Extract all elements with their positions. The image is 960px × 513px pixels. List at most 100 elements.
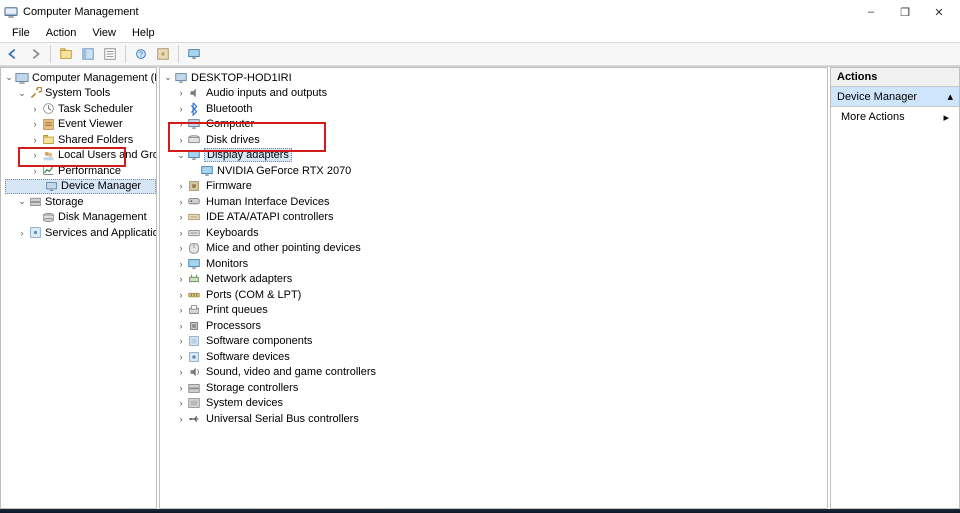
chevron-right-icon[interactable]: › bbox=[175, 352, 187, 362]
category-icon bbox=[187, 303, 201, 317]
show-hide-button[interactable] bbox=[78, 44, 98, 64]
chevron-right-icon[interactable]: › bbox=[175, 336, 187, 346]
chevron-right-icon[interactable]: › bbox=[175, 212, 187, 222]
chevron-right-icon[interactable]: › bbox=[29, 166, 41, 176]
properties-button[interactable]: ? bbox=[131, 44, 151, 64]
close-button[interactable]: ✕ bbox=[922, 1, 956, 23]
console-tree[interactable]: ⌄ Computer Management (Local) ⌄ System T… bbox=[1, 68, 156, 243]
back-button[interactable] bbox=[3, 44, 23, 64]
tree-shared-folders[interactable]: › Shared Folders bbox=[3, 132, 156, 148]
device-category[interactable]: ›Bluetooth bbox=[162, 101, 827, 117]
category-icon bbox=[187, 319, 201, 333]
chevron-down-icon[interactable]: ⌄ bbox=[3, 72, 15, 83]
chevron-down-icon[interactable]: ⌄ bbox=[16, 196, 28, 207]
tree-root[interactable]: ⌄ Computer Management (Local) bbox=[3, 70, 156, 86]
device-category[interactable]: ›Software devices bbox=[162, 349, 827, 365]
chevron-right-icon[interactable]: › bbox=[175, 321, 187, 331]
up-button[interactable] bbox=[56, 44, 76, 64]
chevron-right-icon[interactable]: › bbox=[175, 135, 187, 145]
chevron-right-icon[interactable]: › bbox=[175, 367, 187, 377]
chevron-right-icon[interactable]: › bbox=[175, 88, 187, 98]
tree-storage[interactable]: ⌄ Storage bbox=[3, 194, 156, 210]
chevron-right-icon[interactable]: › bbox=[175, 305, 187, 315]
chevron-right-icon[interactable]: › bbox=[175, 414, 187, 424]
chevron-right-icon[interactable]: › bbox=[175, 398, 187, 408]
menubar: File Action View Help bbox=[0, 24, 960, 42]
actions-header: Actions bbox=[831, 68, 959, 87]
minimize-button[interactable]: – bbox=[854, 1, 888, 23]
device-category[interactable]: ›Universal Serial Bus controllers bbox=[162, 411, 827, 427]
tree-event-viewer[interactable]: › Event Viewer bbox=[3, 117, 156, 133]
export-button[interactable] bbox=[153, 44, 173, 64]
tree-label: Computer Management (Local) bbox=[32, 72, 157, 84]
category-icon bbox=[187, 133, 201, 147]
refresh-button[interactable] bbox=[100, 44, 120, 64]
device-category[interactable]: ›Audio inputs and outputs bbox=[162, 86, 827, 102]
category-icon bbox=[187, 86, 201, 100]
tree-local-users[interactable]: › Local Users and Groups bbox=[3, 148, 156, 164]
chevron-right-icon[interactable]: › bbox=[29, 119, 41, 129]
main-panes: ⌄ Computer Management (Local) ⌄ System T… bbox=[0, 66, 960, 509]
tree-label: Software components bbox=[204, 335, 314, 347]
chevron-right-icon[interactable]: › bbox=[29, 104, 41, 114]
device-category[interactable]: ›System devices bbox=[162, 396, 827, 412]
menu-action[interactable]: Action bbox=[38, 26, 85, 40]
device-tree[interactable]: ⌄DESKTOP-HOD1IRI›Audio inputs and output… bbox=[160, 68, 827, 429]
device-category[interactable]: ›Monitors bbox=[162, 256, 827, 272]
device-category[interactable]: ›Mice and other pointing devices bbox=[162, 241, 827, 257]
menu-file[interactable]: File bbox=[4, 26, 38, 40]
tree-task-scheduler[interactable]: › Task Scheduler bbox=[3, 101, 156, 117]
chevron-right-icon[interactable]: › bbox=[175, 243, 187, 253]
chevron-down-icon[interactable]: ⌄ bbox=[175, 150, 187, 161]
device-category[interactable]: ⌄Display adapters bbox=[162, 148, 827, 164]
forward-button[interactable] bbox=[25, 44, 45, 64]
chevron-right-icon[interactable]: › bbox=[29, 135, 41, 145]
device-category[interactable]: ›Sound, video and game controllers bbox=[162, 365, 827, 381]
tree-label: Processors bbox=[204, 320, 263, 332]
monitor-button[interactable] bbox=[184, 44, 204, 64]
category-icon bbox=[187, 226, 201, 240]
chevron-right-icon[interactable]: › bbox=[16, 228, 28, 238]
users-icon bbox=[41, 148, 55, 162]
tools-icon bbox=[28, 86, 42, 100]
chevron-right-icon[interactable]: › bbox=[175, 119, 187, 129]
chevron-right-icon[interactable]: › bbox=[175, 274, 187, 284]
chevron-right-icon[interactable]: › bbox=[175, 383, 187, 393]
actions-more[interactable]: More Actions ▸ bbox=[831, 107, 959, 128]
chevron-right-icon[interactable]: › bbox=[175, 197, 187, 207]
device-category[interactable]: ›Firmware bbox=[162, 179, 827, 195]
device-category[interactable]: › Software components bbox=[162, 334, 827, 350]
chevron-right-icon[interactable]: › bbox=[175, 290, 187, 300]
device-category[interactable]: ›Disk drives bbox=[162, 132, 827, 148]
chevron-down-icon[interactable]: ⌄ bbox=[16, 88, 28, 99]
collapse-icon[interactable]: ▴ bbox=[947, 90, 953, 103]
chevron-right-icon[interactable]: › bbox=[175, 181, 187, 191]
menu-view[interactable]: View bbox=[84, 26, 124, 40]
device-category[interactable]: ›Ports (COM & LPT) bbox=[162, 287, 827, 303]
chevron-right-icon[interactable]: › bbox=[175, 259, 187, 269]
menu-help[interactable]: Help bbox=[124, 26, 163, 40]
device-category[interactable]: › Processors bbox=[162, 318, 827, 334]
device-category[interactable]: ›Keyboards bbox=[162, 225, 827, 241]
actions-context[interactable]: Device Manager ▴ bbox=[831, 87, 959, 107]
device-root[interactable]: ⌄DESKTOP-HOD1IRI bbox=[162, 70, 827, 86]
chevron-right-icon[interactable]: › bbox=[29, 150, 41, 160]
maximize-button[interactable]: ❐ bbox=[888, 1, 922, 23]
tree-label: Task Scheduler bbox=[58, 103, 133, 115]
device-item[interactable]: NVIDIA GeForce RTX 2070 bbox=[162, 163, 827, 179]
chevron-right-icon[interactable]: › bbox=[175, 104, 187, 114]
tree-services-apps[interactable]: › Services and Applications bbox=[3, 225, 156, 241]
tree-disk-management[interactable]: Disk Management bbox=[3, 210, 156, 226]
chevron-right-icon[interactable]: › bbox=[175, 228, 187, 238]
device-category[interactable]: ›Computer bbox=[162, 117, 827, 133]
device-category[interactable]: ›Storage controllers bbox=[162, 380, 827, 396]
device-category[interactable]: ›Print queues bbox=[162, 303, 827, 319]
device-category[interactable]: ›Human Interface Devices bbox=[162, 194, 827, 210]
device-category[interactable]: ›IDE ATA/ATAPI controllers bbox=[162, 210, 827, 226]
gpu-icon bbox=[200, 164, 214, 178]
tree-performance[interactable]: › Performance bbox=[3, 163, 156, 179]
tree-device-manager[interactable]: Device Manager bbox=[5, 179, 156, 195]
device-category[interactable]: ›Network adapters bbox=[162, 272, 827, 288]
chevron-down-icon[interactable]: ⌄ bbox=[162, 72, 174, 83]
tree-system-tools[interactable]: ⌄ System Tools bbox=[3, 86, 156, 102]
